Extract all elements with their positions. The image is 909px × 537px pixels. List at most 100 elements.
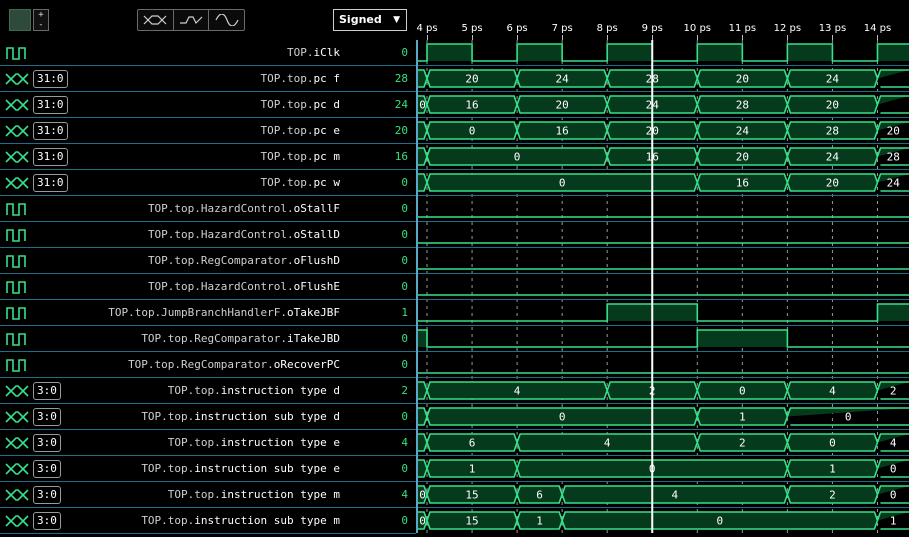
time-tick-label: 14 ps	[863, 23, 892, 34]
bus-value-label: 20	[887, 125, 900, 138]
bus-value-label: 4	[604, 437, 611, 450]
signal-label: pc d	[313, 98, 341, 111]
signal-scope: TOP.top.	[141, 410, 195, 423]
signal-label: pc f	[313, 72, 341, 85]
bit-signal-icon	[6, 47, 26, 60]
signal-name: TOP.top.instruction type m	[168, 488, 340, 501]
analog-step-icon	[180, 16, 203, 25]
time-tick-label: 12 ps	[773, 23, 802, 34]
signal-row[interactable]: 31:0 TOP.top.pc w 0	[0, 170, 416, 196]
bit-waveform	[418, 329, 909, 348]
signal-row[interactable]: 3:0 TOP.top.instruction type m 4	[0, 482, 416, 508]
signal-value: 0	[401, 358, 408, 371]
time-ruler[interactable]: 4 ps 5 ps 6 ps 7 ps 8 ps 9 ps 10 ps 11 ps 12 ps 1…	[416, 20, 909, 40]
bus-value-label: 2	[739, 437, 746, 450]
zoom-out-button[interactable]: -	[34, 20, 48, 30]
toolbar: + - Signed ▼ 4 ps 5 ps 6 ps 7 ps 8 ps 9 ps 10 …	[0, 0, 909, 40]
bus-value-label: 20	[736, 73, 749, 86]
signal-name: TOP.top.RegComparator.iTakeJBD	[141, 332, 340, 345]
signal-row[interactable]: 3:0 TOP.top.instruction sub type e 0	[0, 456, 416, 482]
bus-width-badge: 31:0	[33, 96, 68, 114]
bit-high-fill	[427, 44, 473, 61]
bus-value-label: 2	[890, 385, 897, 398]
signal-label: instruction sub type e	[194, 462, 340, 475]
signal-scope: TOP.top.	[260, 124, 314, 137]
bus-signal-icon	[5, 177, 29, 189]
signal-scope: TOP.top.JumpBranchHandlerF.	[108, 306, 288, 319]
bit-signal-icon	[6, 333, 26, 346]
signal-value: 1	[401, 306, 408, 319]
time-tick-label: 7 ps	[551, 23, 573, 34]
bus-value-label: 28	[736, 99, 749, 112]
bus-segment	[418, 173, 428, 192]
waveform-pane[interactable]: 2024282024016202428200162024282001620242…	[418, 40, 909, 534]
bus-value-label: 1	[829, 463, 836, 476]
bus-value-label: 0	[419, 489, 426, 502]
bus-signal-icon	[5, 515, 29, 527]
signal-row[interactable]: TOP.top.HazardControl.oStallF 0	[0, 196, 416, 222]
signal-value: 0	[401, 280, 408, 293]
bus-value-label: 4	[829, 385, 836, 398]
signal-row[interactable]: 3:0 TOP.top.instruction type e 4	[0, 430, 416, 456]
bus-value-label: 16	[556, 125, 569, 138]
signal-row[interactable]: 3:0 TOP.top.instruction type d 2	[0, 378, 416, 404]
signal-row[interactable]: TOP.top.RegComparator.iTakeJBD 0	[0, 326, 416, 352]
waveform-canvas[interactable]: 2024282024016202428200162024282001620242…	[418, 40, 909, 534]
bus-value-label: 2	[829, 489, 836, 502]
bus-signal-icon	[5, 125, 29, 137]
signal-scope: TOP.top.HazardControl.	[147, 202, 294, 215]
bus-value-label: 20	[556, 99, 569, 112]
bit-signal-icon	[6, 281, 26, 294]
radix-select[interactable]: Signed ▼	[333, 9, 407, 31]
bus-width-badge: 3:0	[33, 512, 61, 530]
signal-row[interactable]: 31:0 TOP.top.pc d 24	[0, 92, 416, 118]
bit-high-fill	[697, 44, 743, 61]
bus-width-badge: 31:0	[33, 122, 68, 140]
signal-value: 0	[401, 514, 408, 527]
sine-wave-icon	[215, 14, 239, 26]
signal-value: 0	[401, 46, 408, 59]
bus-segment	[418, 147, 428, 166]
signal-scope: TOP.top.	[260, 72, 314, 85]
signal-row[interactable]: TOP.top.RegComparator.oFlushD 0	[0, 248, 416, 274]
signal-row[interactable]: 3:0 TOP.top.instruction sub type d 0	[0, 404, 416, 430]
signal-value: 0	[401, 202, 408, 215]
signal-row[interactable]: TOP.top.HazardControl.oFlushE 0	[0, 274, 416, 300]
bus-value-label: 0	[514, 151, 521, 164]
analog-style-button[interactable]	[209, 10, 244, 30]
radix-select-value: Signed	[339, 13, 382, 26]
bus-value-label: 15	[465, 515, 478, 528]
signal-row[interactable]: 31:0 TOP.top.pc e 20	[0, 118, 416, 144]
bus-value-label: 20	[736, 151, 749, 164]
zoom-in-button[interactable]: +	[34, 10, 48, 20]
signal-row[interactable]: 31:0 TOP.top.pc m 16	[0, 144, 416, 170]
signal-name: TOP.top.instruction type d	[168, 384, 340, 397]
step-style-button[interactable]	[174, 10, 210, 30]
signal-name: TOP.top.RegComparator.oRecoverPC	[128, 358, 340, 371]
signal-scope: TOP.top.RegComparator.	[147, 254, 294, 267]
bus-width-badge: 31:0	[33, 148, 68, 166]
bus-style-button[interactable]	[138, 10, 174, 30]
signal-value: 16	[394, 150, 408, 163]
signal-row[interactable]: TOP.iClk 0	[0, 40, 416, 66]
bit-signal-icon	[6, 203, 26, 216]
signal-label: pc w	[313, 176, 341, 189]
signal-color-swatch[interactable]	[9, 9, 31, 31]
signal-row[interactable]: TOP.top.JumpBranchHandlerF.oTakeJBF 1	[0, 300, 416, 326]
zoom-stepper[interactable]: + -	[33, 9, 49, 31]
signal-value: 20	[394, 124, 408, 137]
signal-name: TOP.top.pc e	[261, 124, 340, 137]
signal-row[interactable]: TOP.top.RegComparator.oRecoverPC 0	[0, 352, 416, 378]
signal-row[interactable]: 3:0 TOP.top.instruction sub type m 0	[0, 508, 416, 534]
bus-signal-icon	[5, 151, 29, 163]
bus-signal-icon	[5, 463, 29, 475]
signal-name: TOP.top.pc w	[261, 176, 340, 189]
bus-segment	[876, 95, 909, 114]
bit-signal-icon	[6, 359, 26, 372]
signal-row[interactable]: TOP.top.HazardControl.oStallD 0	[0, 222, 416, 248]
bus-width-badge: 3:0	[33, 434, 61, 452]
bus-value-label: 20	[826, 177, 839, 190]
signal-row[interactable]: 31:0 TOP.top.pc f 28	[0, 66, 416, 92]
bus-segment	[418, 121, 428, 140]
signal-label: instruction type m	[220, 488, 340, 501]
